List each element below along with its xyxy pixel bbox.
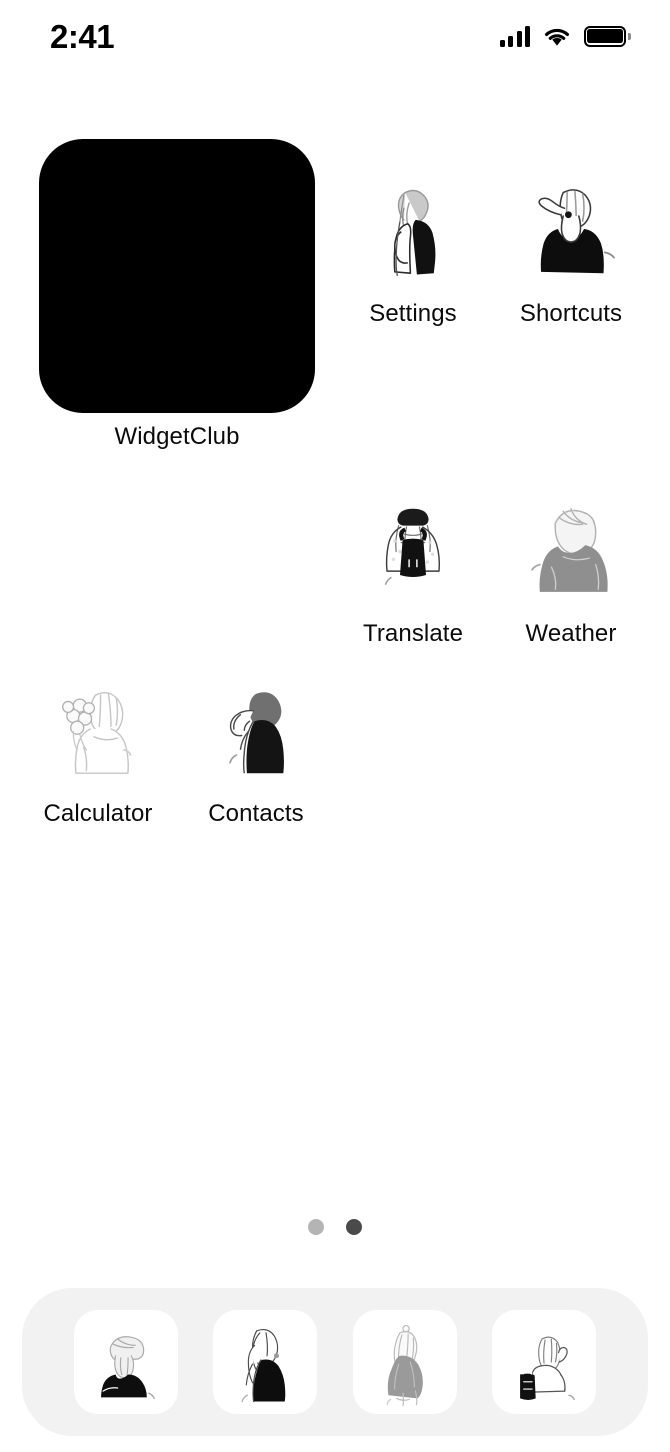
app-label-calculator: Calculator [43,800,153,827]
cellular-signal-icon [499,25,530,47]
battery-full-icon [584,25,631,47]
dock-app-1[interactable] [73,1310,178,1414]
dock [22,1288,648,1436]
page-indicator[interactable] [0,1219,670,1235]
page-dot-2-active[interactable] [346,1219,362,1235]
dock-app-1-icon [100,1336,155,1400]
shortcuts-app-icon [506,164,636,294]
app-icon-contacts[interactable]: Contacts [191,664,321,828]
dock-app-4-icon [520,1336,576,1401]
widget-widgetclub[interactable] [39,139,315,413]
weather-app-icon [506,484,636,614]
calculator-app-icon [33,664,163,794]
status-bar-indicators [499,25,631,47]
app-label-contacts: Contacts [208,800,304,827]
app-grid-row-2: Translate Weather [0,459,670,647]
dock-app-2[interactable] [213,1310,318,1414]
app-icon-settings[interactable]: Settings [348,164,478,328]
app-icon-weather[interactable]: Weather [506,484,636,648]
status-bar-time: 2:41 [50,17,115,55]
app-label-settings: Settings [369,300,457,327]
widget-widgetclub-label: WidgetClub [114,423,240,450]
dock-app-4[interactable] [492,1310,597,1414]
settings-app-icon [348,164,478,294]
status-bar: 2:41 [0,0,670,72]
translate-app-icon [348,484,478,614]
dock-app-3-icon [386,1325,423,1407]
contacts-app-icon [191,664,321,794]
wifi-icon [545,28,569,46]
app-icon-translate[interactable]: Translate [348,484,478,648]
dock-app-3[interactable] [352,1310,457,1414]
app-icon-calculator[interactable]: Calculator [33,664,163,828]
app-grid: WidgetClub Settings Shortcuts Translate … [0,139,670,827]
page-dot-1[interactable] [308,1219,324,1235]
app-grid-row-1: WidgetClub Settings Shortcuts [0,139,670,459]
dock-app-2-icon [241,1328,286,1403]
app-grid-row-3: Calculator Contacts [0,639,670,827]
app-label-shortcuts: Shortcuts [519,300,623,327]
home-screen: 2:41 WidgetClub Settings Shortcuts Trans… [0,0,670,1452]
app-icon-shortcuts[interactable]: Shortcuts [506,164,636,328]
